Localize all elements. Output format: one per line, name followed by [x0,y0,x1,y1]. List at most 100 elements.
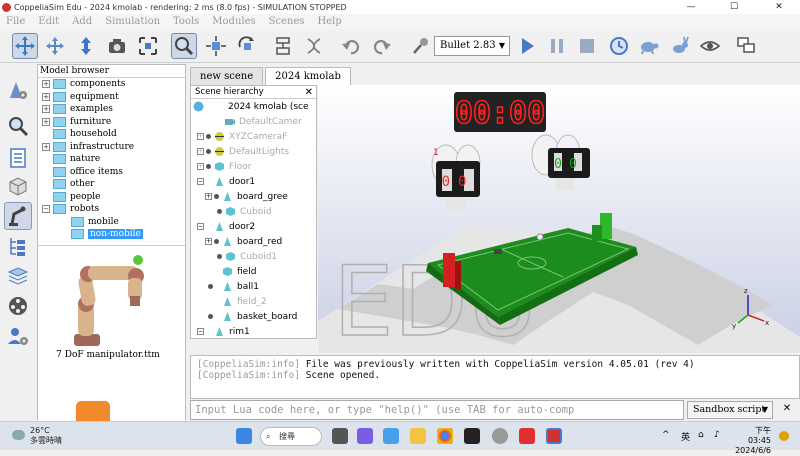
teams-icon[interactable] [357,428,373,444]
tray-chevron-icon[interactable]: ^ [662,430,670,440]
scene-object-door2[interactable]: − door2 [191,219,316,234]
video-recorder-button[interactable] [4,292,32,320]
camera-rotate-button[interactable] [42,33,68,59]
task-view-icon[interactable] [332,428,348,444]
tree-item-mobile[interactable]: mobile [38,216,185,229]
expand-toggle[interactable]: + [42,105,50,114]
user-settings-button[interactable] [4,322,32,350]
robot-arm-thumbnail[interactable] [66,254,156,349]
menu-add[interactable]: Add [72,16,92,27]
tree-item-office-items[interactable]: office items [38,166,185,179]
scene-object-field-2[interactable]: field_2 [191,294,316,309]
expand-toggle[interactable]: + [42,80,50,89]
transfer-dna-button[interactable] [301,33,327,59]
scene-object-basket-board[interactable]: basket_board [191,309,316,324]
tree-item-household[interactable]: household [38,128,185,141]
scene-object-rim1[interactable]: − rim1 [191,324,316,338]
pause-simulation-button[interactable] [544,33,570,59]
real-time-button[interactable] [606,33,632,59]
scene-object-defaultcamera[interactable]: DefaultCamer [191,114,316,129]
volume-icon[interactable]: ♪ [714,430,720,440]
scene-object-cuboid1[interactable]: Cuboid1 [191,249,316,264]
simulation-settings-button[interactable] [4,76,32,104]
visualization-toggle-button[interactable] [697,33,723,59]
scene-object-defaultlights[interactable]: + DefaultLights [191,144,316,159]
tree-item-furniture[interactable]: + furniture [38,116,185,129]
scene-layers-button[interactable] [733,33,759,59]
expand-toggle[interactable]: + [197,163,204,170]
undo-button[interactable] [338,33,364,59]
scene-object-field[interactable]: field [191,264,316,279]
app-icon-generic[interactable] [492,428,508,444]
shape-edit-button[interactable] [4,172,32,200]
object-shift-button[interactable] [203,33,229,59]
collapse-toggle[interactable]: − [42,205,50,214]
physics-engine-select[interactable]: Bullet 2.83 ▼ [434,36,510,56]
object-rotate-button[interactable] [234,33,260,59]
scene-object-cuboid[interactable]: Cuboid [191,204,316,219]
menu-scenes[interactable]: Scenes [269,16,305,27]
menu-edit[interactable]: Edit [38,16,59,27]
tab-2024-kmolab[interactable]: 2024 kmolab [265,67,351,85]
coppeliasim-taskbar-icon[interactable] [546,428,562,444]
minimize-button[interactable]: — [672,0,710,14]
stop-simulation-button[interactable] [574,33,600,59]
tree-item-infrastructure[interactable]: + infrastructure [38,141,185,154]
layers-button[interactable] [4,262,32,290]
taskbar-search[interactable]: ⌕ 搜尋 [260,427,322,446]
redo-button[interactable] [369,33,395,59]
menu-help[interactable]: Help [318,16,342,27]
chrome-icon[interactable] [437,428,453,444]
tree-item-people[interactable]: people [38,191,185,204]
expand-toggle[interactable]: + [197,133,204,140]
fit-to-view-button[interactable] [135,33,161,59]
menu-tools[interactable]: Tools [173,16,199,27]
scene-object-board-green[interactable]: + board_gree [191,189,316,204]
network-icon[interactable]: ⌂ [698,430,704,440]
start-menu-icon[interactable] [236,428,252,444]
menu-modules[interactable]: Modules [212,16,255,27]
next-model-thumbnail[interactable] [76,401,110,423]
expand-toggle[interactable]: + [42,142,50,151]
assemble-button[interactable] [270,33,296,59]
tab-new-scene[interactable]: new scene [190,67,264,85]
expand-toggle[interactable]: + [197,148,204,155]
scene-object-door1[interactable]: − door1 [191,174,316,189]
close-panel-icon[interactable]: ✕ [305,86,313,99]
camera-pan-button[interactable] [12,33,38,59]
expand-toggle[interactable]: + [205,238,212,245]
tree-item-other[interactable]: other [38,178,185,191]
tree-item-equipment[interactable]: + equipment [38,91,185,104]
widgets-icon[interactable] [383,428,399,444]
dynamics-toggle-button[interactable] [408,33,434,59]
camera-shift-button[interactable] [73,33,99,59]
collapse-toggle[interactable]: − [197,328,204,335]
lua-command-input[interactable]: Input Lua code here, or type "help()" (u… [190,400,684,420]
scene-object-floor[interactable]: + Floor [191,159,316,174]
speed-up-button[interactable] [667,33,693,59]
tree-item-nature[interactable]: nature [38,153,185,166]
input-language[interactable]: 英 [681,430,690,443]
sandbox-script-select[interactable]: Sandbox script ▼ [687,401,773,419]
scene-object-board-red[interactable]: + board_red [191,234,316,249]
scene-root[interactable]: 2024 kmolab (sce [191,99,316,114]
tree-item-robots[interactable]: − robots [38,203,185,216]
weather-widget[interactable]: 26°C 多雲時晴 [12,426,62,446]
tree-item-examples[interactable]: + examples [38,103,185,116]
scene-render[interactable]: EDU 00:00 00 1 00 z x y [318,85,800,353]
collapse-toggle[interactable]: − [197,223,204,230]
menu-simulation[interactable]: Simulation [105,16,160,27]
scene-object-xyzcamera[interactable]: + XYZCameraF [191,129,316,144]
slow-down-button[interactable] [636,33,662,59]
expand-toggle[interactable]: + [42,117,50,126]
close-button[interactable]: ✕ [760,0,798,14]
camera-angle-button[interactable] [104,33,130,59]
model-browser-button[interactable] [4,202,32,230]
expand-toggle[interactable]: + [42,92,50,101]
search-button[interactable] [4,112,32,140]
taskbar-clock[interactable]: 下午 03:45 2024/6/6 [733,426,771,456]
start-simulation-button[interactable] [514,33,540,59]
properties-button[interactable] [4,144,32,172]
expand-toggle[interactable]: + [205,193,212,200]
collapse-toggle[interactable]: − [197,178,204,185]
